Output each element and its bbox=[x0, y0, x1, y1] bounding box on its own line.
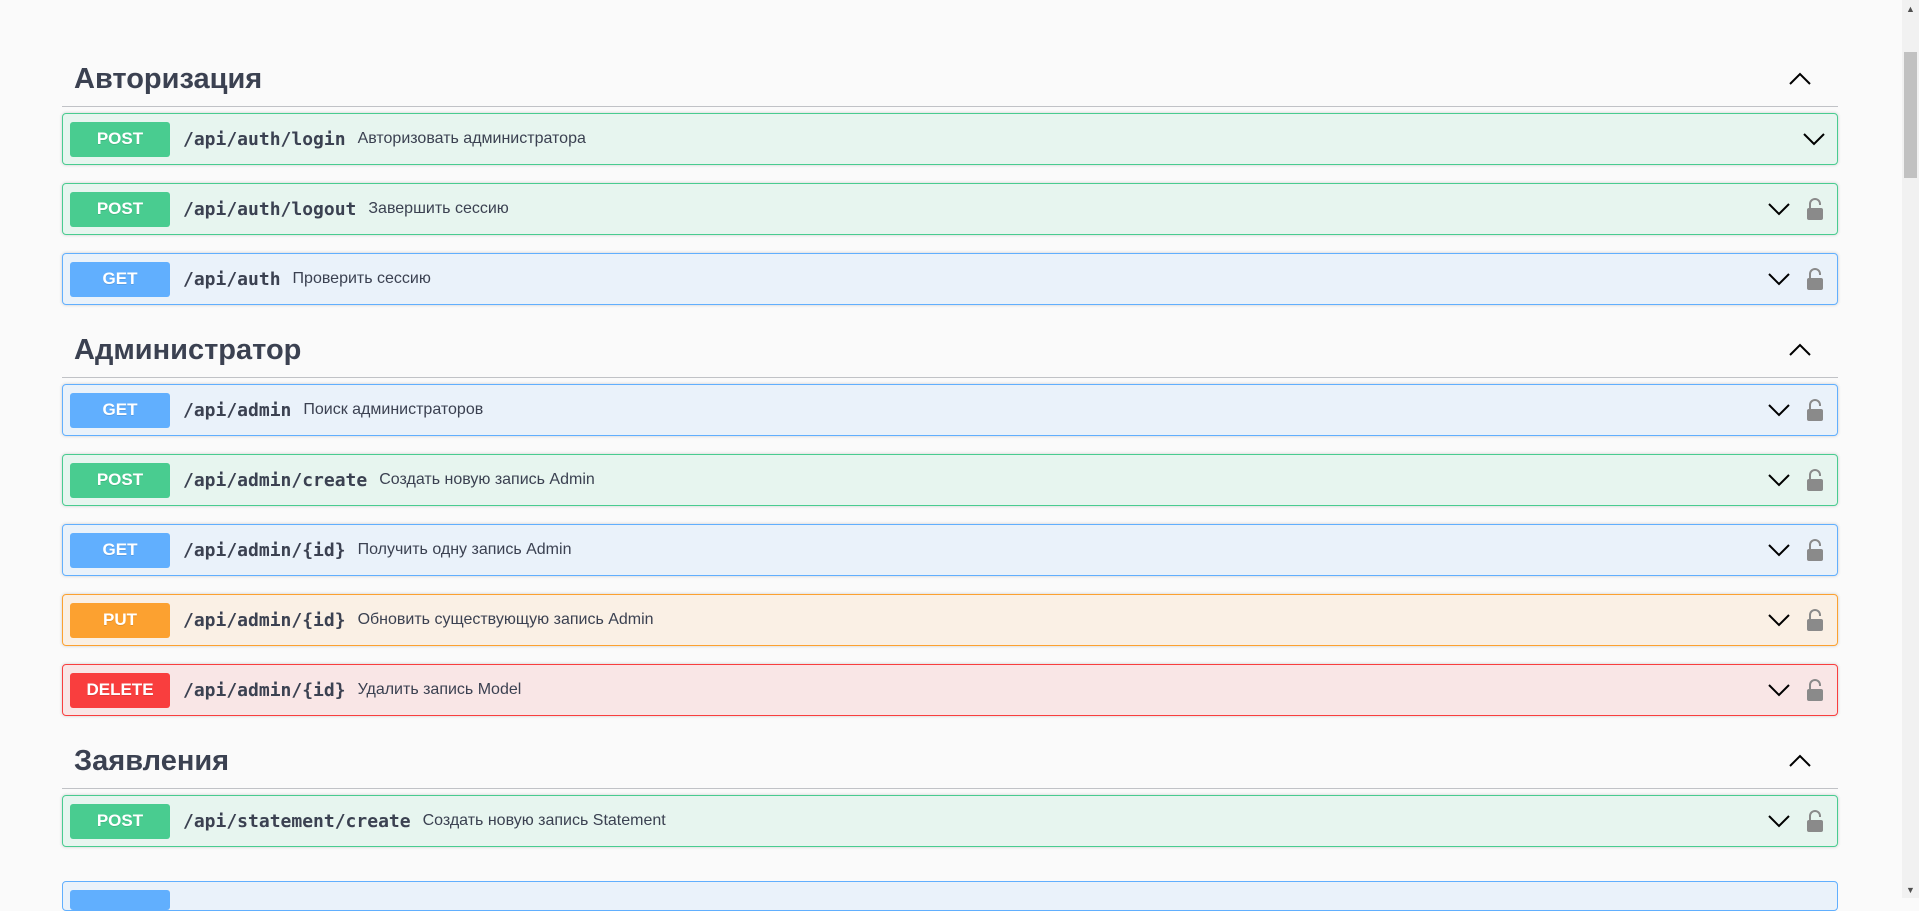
unlocked-padlock-icon[interactable] bbox=[1802, 395, 1828, 425]
operation-row[interactable]: GET /api/admin/{id} Получить одну запись… bbox=[62, 524, 1838, 576]
operation-row[interactable]: PUT /api/admin/{id} Обновить существующу… bbox=[62, 594, 1838, 646]
operation-path: /api/statement/create bbox=[183, 810, 411, 832]
chevron-down-icon[interactable] bbox=[1764, 465, 1794, 495]
operation-row[interactable]: GET /api/auth Проверить сессию bbox=[62, 253, 1838, 305]
section-title[interactable]: Администратор bbox=[74, 334, 301, 367]
chevron-up-icon[interactable] bbox=[1784, 745, 1816, 777]
unlocked-padlock-icon[interactable] bbox=[1802, 194, 1828, 224]
operation-path: /api/auth bbox=[183, 268, 281, 290]
method-badge: POST bbox=[70, 803, 170, 839]
unlocked-padlock-icon[interactable] bbox=[1802, 806, 1828, 836]
operation-summary: Завершить сессию bbox=[368, 200, 509, 217]
operation-row[interactable]: POST /api/auth/login Авторизовать админи… bbox=[62, 113, 1838, 165]
chevron-down-icon[interactable] bbox=[1799, 124, 1829, 154]
unlocked-padlock-icon[interactable] bbox=[1802, 605, 1828, 635]
section-header[interactable]: Администратор bbox=[62, 323, 1838, 378]
chevron-up-icon[interactable] bbox=[1784, 334, 1816, 366]
operation-row-partial[interactable] bbox=[62, 881, 1838, 911]
unlocked-padlock-icon[interactable] bbox=[1802, 465, 1828, 495]
scrollbar-thumb[interactable] bbox=[1904, 52, 1917, 178]
method-badge: POST bbox=[70, 121, 170, 157]
method-badge: DELETE bbox=[70, 672, 170, 708]
operation-path: /api/auth/login bbox=[183, 128, 346, 150]
section-administrator: Администратор GET /api/admin Поиск админ… bbox=[62, 323, 1838, 716]
chevron-down-icon[interactable] bbox=[1764, 806, 1794, 836]
operation-row[interactable]: POST /api/statement/create Создать новую… bbox=[62, 795, 1838, 847]
chevron-down-icon[interactable] bbox=[1764, 605, 1794, 635]
operation-row[interactable]: POST /api/auth/logout Завершить сессию bbox=[62, 183, 1838, 235]
section-statements: Заявления POST /api/statement/create Соз… bbox=[62, 734, 1838, 847]
unlocked-padlock-icon[interactable] bbox=[1802, 535, 1828, 565]
scroll-up-arrow-icon[interactable]: ▲ bbox=[1902, 0, 1919, 17]
method-badge: GET bbox=[70, 532, 170, 568]
section-authorization: Авторизация POST /api/auth/login Авториз… bbox=[62, 52, 1838, 305]
section-header[interactable]: Авторизация bbox=[62, 52, 1838, 107]
method-badge: GET bbox=[70, 261, 170, 297]
operation-summary: Создать новую запись Admin bbox=[379, 471, 595, 488]
unlocked-padlock-icon[interactable] bbox=[1802, 264, 1828, 294]
method-badge: PUT bbox=[70, 602, 170, 638]
unlocked-padlock-icon[interactable] bbox=[1802, 675, 1828, 705]
chevron-down-icon[interactable] bbox=[1764, 675, 1794, 705]
operation-summary: Обновить существующую запись Admin bbox=[357, 611, 654, 628]
section-title[interactable]: Заявления bbox=[74, 745, 229, 778]
chevron-down-icon[interactable] bbox=[1764, 264, 1794, 294]
operation-path: /api/admin bbox=[183, 399, 292, 421]
api-docs-content: Авторизация POST /api/auth/login Авториз… bbox=[62, 52, 1838, 865]
operation-path: /api/admin/{id} bbox=[183, 679, 346, 701]
operation-summary: Получить одну запись Admin bbox=[357, 541, 572, 558]
operation-row[interactable]: POST /api/admin/create Создать новую зап… bbox=[62, 454, 1838, 506]
scroll-down-arrow-icon[interactable]: ▼ bbox=[1902, 881, 1919, 898]
operation-summary: Создать новую запись Statement bbox=[422, 812, 666, 829]
chevron-down-icon[interactable] bbox=[1764, 194, 1794, 224]
chevron-up-icon[interactable] bbox=[1784, 63, 1816, 95]
section-header[interactable]: Заявления bbox=[62, 734, 1838, 789]
operation-path: /api/admin/{id} bbox=[183, 609, 346, 631]
method-badge: GET bbox=[70, 392, 170, 428]
chevron-down-icon[interactable] bbox=[1764, 395, 1794, 425]
method-badge: POST bbox=[70, 191, 170, 227]
chevron-down-icon[interactable] bbox=[1764, 535, 1794, 565]
operation-summary: Проверить сессию bbox=[292, 270, 431, 287]
operation-summary: Авторизовать администратора bbox=[357, 130, 586, 147]
method-badge: POST bbox=[70, 462, 170, 498]
section-title[interactable]: Авторизация bbox=[74, 63, 262, 96]
operation-summary: Поиск администраторов bbox=[303, 401, 484, 418]
vertical-scrollbar[interactable]: ▲ ▼ bbox=[1902, 0, 1919, 898]
operation-row[interactable]: DELETE /api/admin/{id} Удалить запись Mo… bbox=[62, 664, 1838, 716]
method-badge bbox=[70, 890, 170, 910]
operation-summary: Удалить запись Model bbox=[357, 681, 522, 698]
operation-path: /api/admin/{id} bbox=[183, 539, 346, 561]
operation-path: /api/auth/logout bbox=[183, 198, 357, 220]
operation-row[interactable]: GET /api/admin Поиск администраторов bbox=[62, 384, 1838, 436]
operation-path: /api/admin/create bbox=[183, 469, 368, 491]
